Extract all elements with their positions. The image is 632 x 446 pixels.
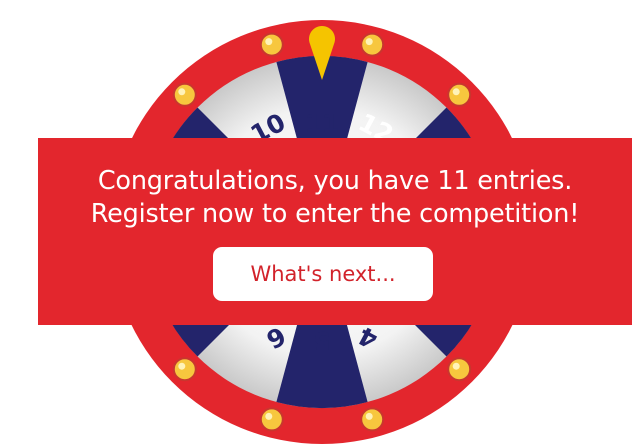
wheel-bulb-highlight — [265, 412, 273, 420]
wheel-bulb-icon — [172, 357, 197, 382]
wheel-bulb-icon — [259, 32, 284, 57]
wheel-label-top: 11 — [305, 109, 340, 138]
wheel-label-bottom: 5 — [313, 326, 330, 355]
wheel-bulb-highlight — [265, 38, 273, 46]
result-message-line-2: Register now to enter the competition! — [90, 199, 580, 229]
wheel-bulb-highlight — [178, 88, 186, 96]
wheel-bulb-highlight — [365, 412, 373, 420]
wheel-bulb-icon — [259, 407, 284, 432]
result-message: Congratulations, you have 11 entries. Re… — [38, 165, 632, 231]
wheel-bulb-icon — [447, 357, 472, 382]
spin-wheel-popup: 10 11 12 6 5 4 Congratulations, you have… — [0, 0, 632, 446]
wheel-bulb-highlight — [365, 38, 373, 46]
wheel-bulb-highlight — [178, 362, 186, 370]
wheel-bulb-icon — [172, 82, 197, 107]
wheel-bulb-highlight — [452, 88, 460, 96]
wheel-bulb-icon — [360, 32, 385, 57]
result-message-line-1: Congratulations, you have 11 entries. — [97, 166, 573, 196]
wheel-bulb-icon — [447, 82, 472, 107]
wheel-bulb-icon — [360, 407, 385, 432]
whats-next-button[interactable]: What's next... — [213, 247, 433, 301]
wheel-bulb-highlight — [452, 362, 460, 370]
